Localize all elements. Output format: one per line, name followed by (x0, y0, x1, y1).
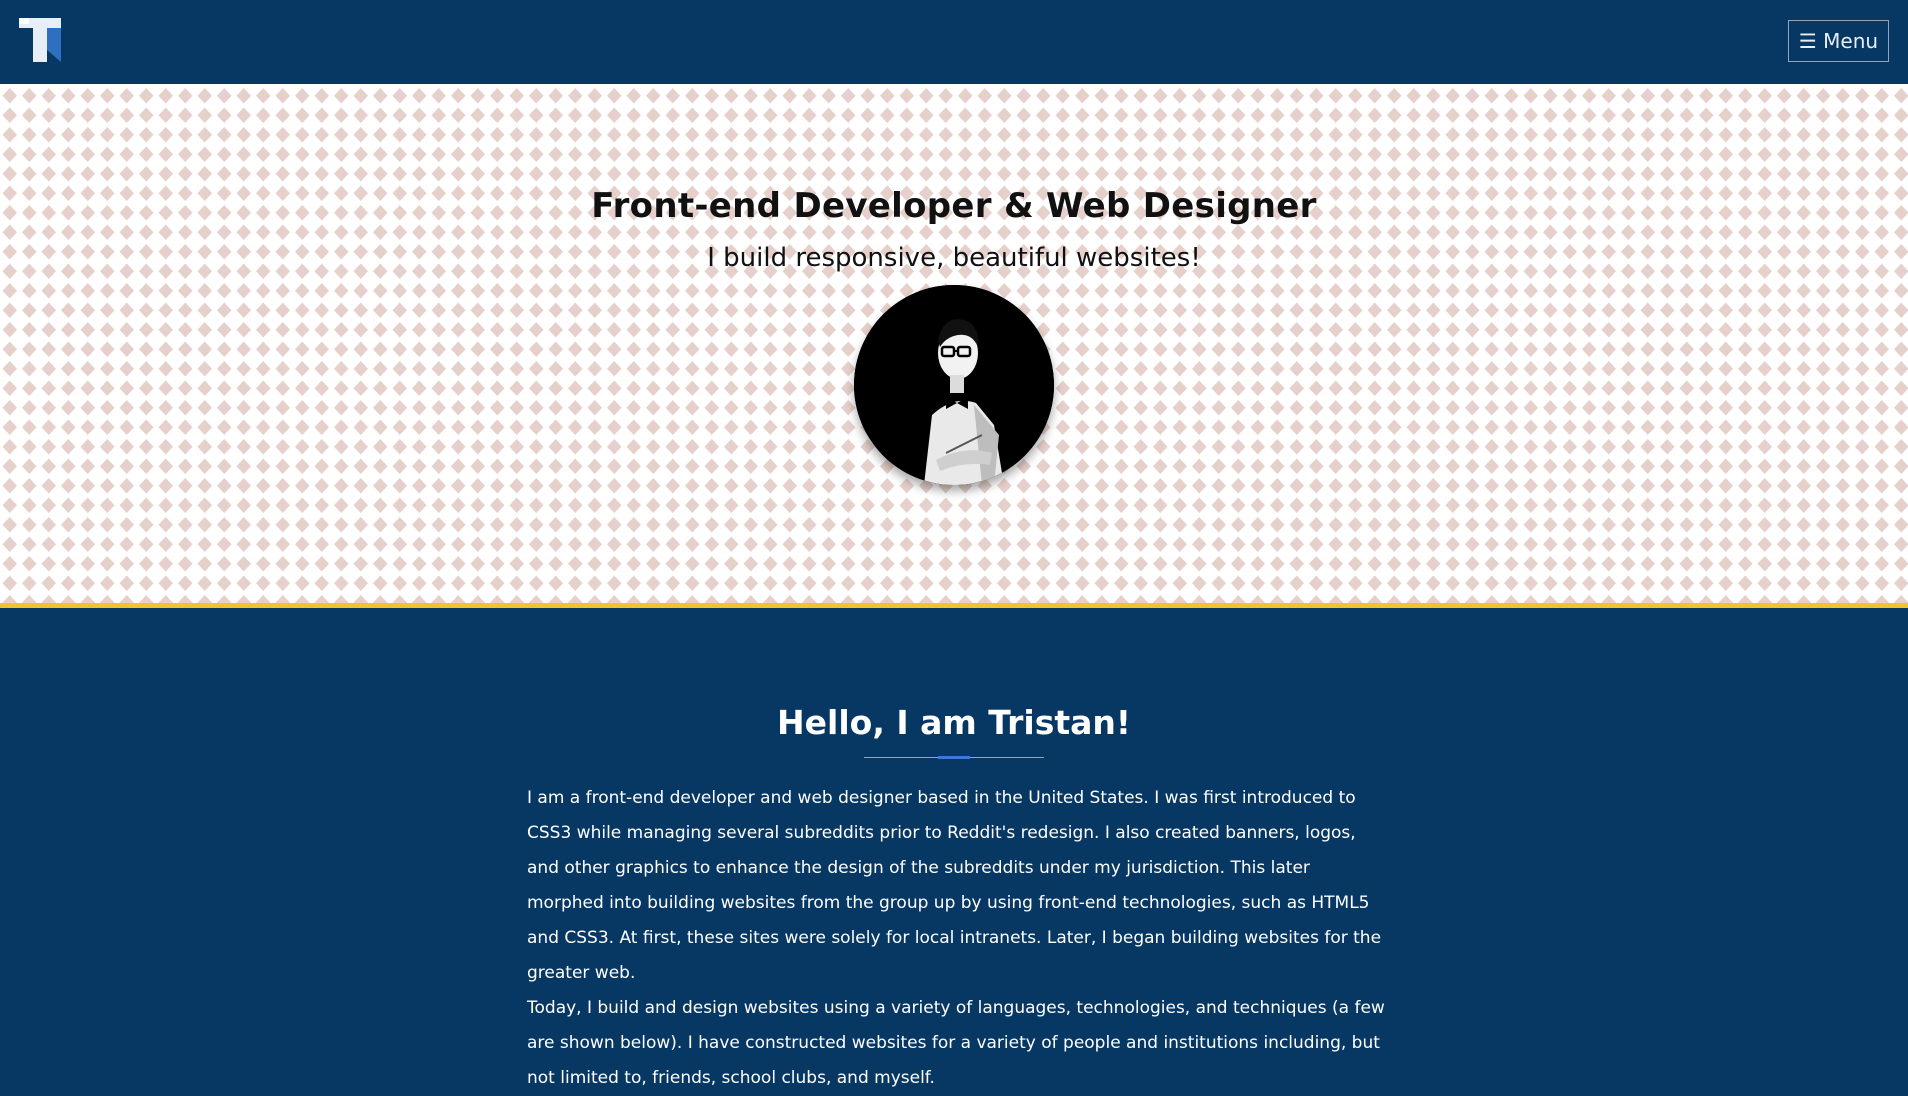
menu-button[interactable]: ☰ Menu (1788, 20, 1889, 62)
top-navigation-bar: ☰ Menu (0, 0, 1908, 84)
hero-title: Front-end Developer & Web Designer (591, 186, 1317, 226)
heading-divider-accent (938, 756, 970, 759)
hero-subtitle: I build responsive, beautiful websites! (707, 243, 1201, 273)
about-heading: Hello, I am Tristan! (777, 703, 1131, 742)
profile-avatar (854, 285, 1054, 485)
hero-bottom-border (0, 603, 1908, 608)
logo-t-icon (19, 18, 61, 62)
about-paragraph: I am a front-end developer and web desig… (527, 788, 1382, 983)
about-paragraph: Today, I build and design websites using… (527, 998, 1385, 1088)
site-logo[interactable] (19, 18, 61, 62)
person-silhouette-image (854, 285, 1054, 485)
